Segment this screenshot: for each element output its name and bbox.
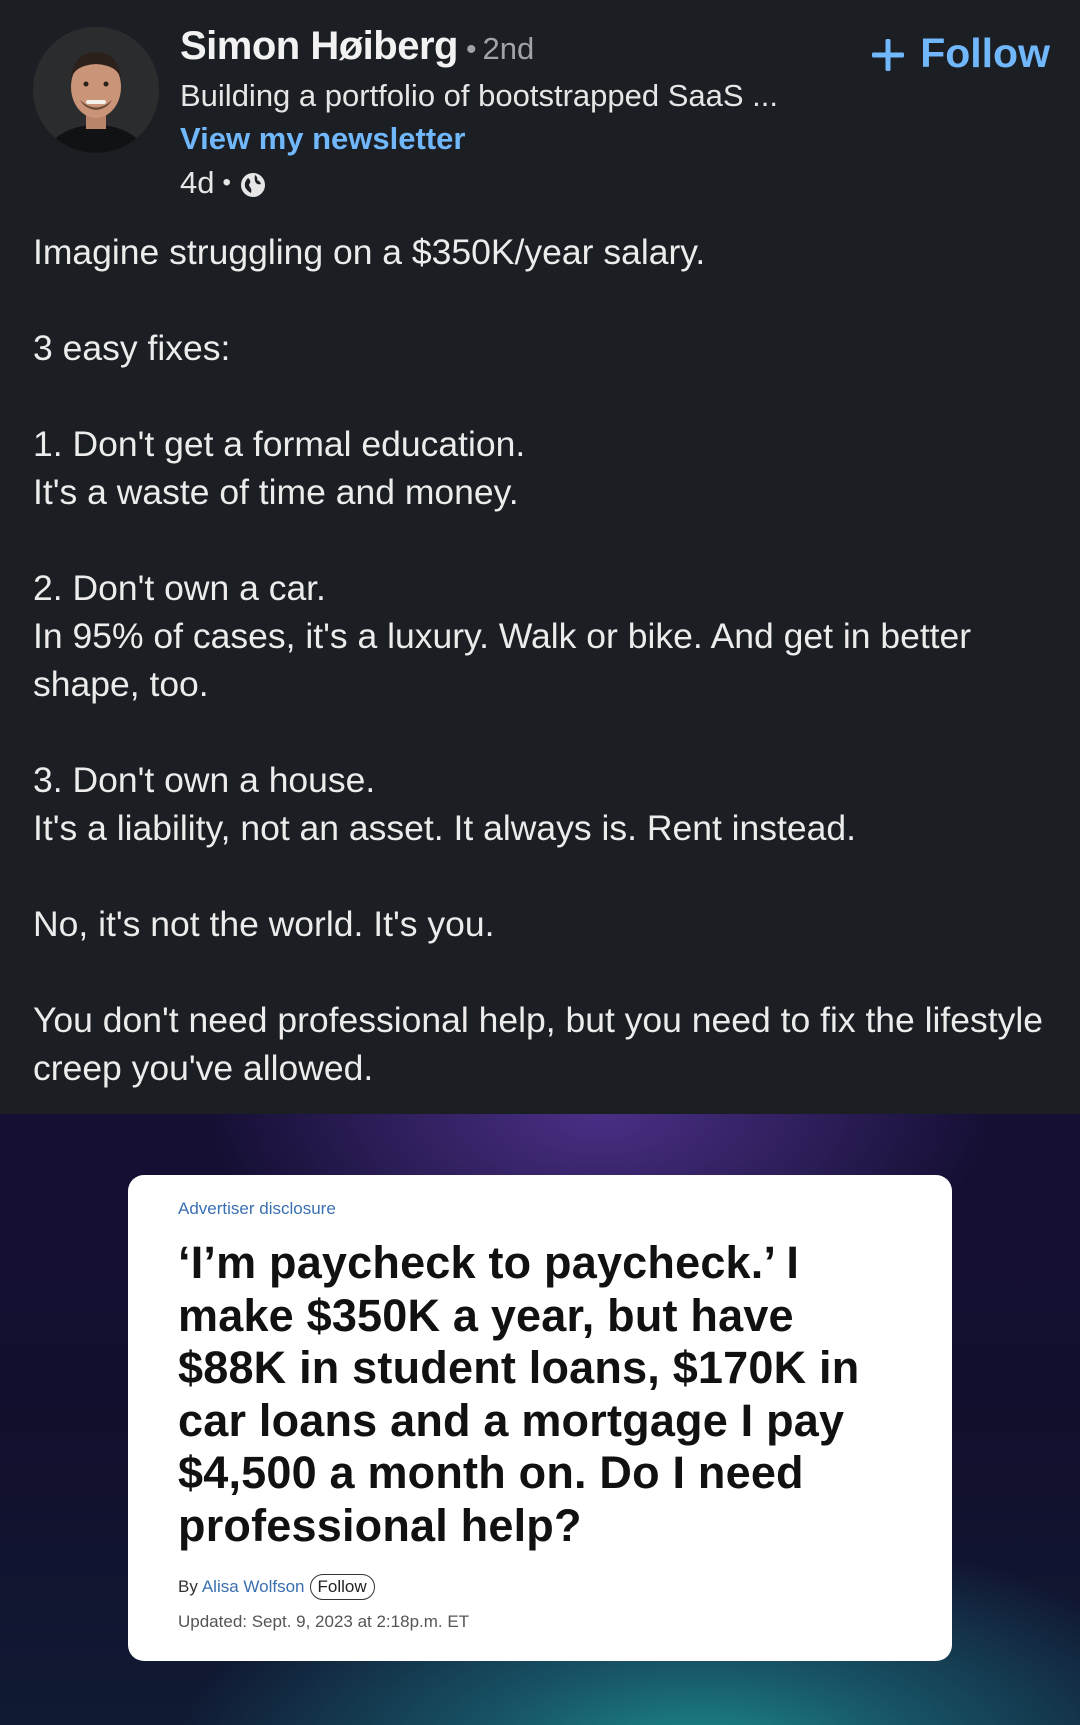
post-line: In 95% of cases, it's a luxury. Walk or … bbox=[33, 616, 972, 704]
author-avatar[interactable] bbox=[33, 27, 159, 153]
connection-degree: 2nd bbox=[482, 31, 535, 66]
post-line: 2. Don't own a car. bbox=[33, 568, 326, 608]
post-meta: 4d • bbox=[180, 165, 267, 201]
post-age: 4d bbox=[180, 165, 215, 200]
globe-icon bbox=[239, 171, 267, 199]
article-card: Advertiser disclosure ‘I’m paycheck to p… bbox=[128, 1175, 952, 1661]
advertiser-disclosure: Advertiser disclosure bbox=[178, 1199, 336, 1218]
post-line: You don't need professional help, but yo… bbox=[33, 1000, 1044, 1088]
byline-author: Alisa Wolfson bbox=[201, 1577, 305, 1596]
byline-follow-button: Follow bbox=[309, 1574, 375, 1600]
follow-label: Follow bbox=[920, 30, 1050, 76]
post-line: 1. Don't get a formal education. bbox=[33, 424, 526, 464]
view-newsletter-link[interactable]: View my newsletter bbox=[180, 121, 465, 157]
feed-post: Simon Høiberg • 2nd Building a portfolio… bbox=[0, 0, 1080, 1725]
article-headline: ‘I’m paycheck to paycheck.’ I make $350K… bbox=[178, 1237, 860, 1551]
post-text: Imagine struggling on a $350K/year salar… bbox=[33, 228, 1053, 1092]
article-updated: Updated: Sept. 9, 2023 at 2:18p.m. ET bbox=[178, 1612, 470, 1631]
post-line: It's a liability, not an asset. It alway… bbox=[33, 808, 857, 848]
post-line: No, it's not the world. It's you. bbox=[33, 904, 495, 944]
post-header: Simon Høiberg • 2nd Building a portfolio… bbox=[0, 0, 1080, 210]
author-headline: Building a portfolio of bootstrapped Saa… bbox=[180, 78, 779, 113]
post-line: Imagine struggling on a $350K/year salar… bbox=[33, 232, 706, 272]
post-image[interactable]: Advertiser disclosure ‘I’m paycheck to p… bbox=[0, 1114, 1080, 1725]
post-line: 3. Don't own a house. bbox=[33, 760, 376, 800]
byline-prefix: By bbox=[178, 1577, 198, 1596]
follow-button[interactable]: Follow bbox=[870, 30, 1050, 77]
separator-dot: • bbox=[465, 33, 477, 66]
post-line: It's a waste of time and money. bbox=[33, 472, 519, 512]
separator-dot: • bbox=[222, 169, 231, 196]
article-byline: By Alisa Wolfson Follow bbox=[178, 1574, 902, 1600]
author-name[interactable]: Simon Høiberg bbox=[180, 24, 458, 69]
plus-icon bbox=[870, 36, 906, 72]
author-name-row: Simon Høiberg • 2nd bbox=[180, 24, 534, 69]
post-line: 3 easy fixes: bbox=[33, 328, 231, 368]
avatar-photo bbox=[33, 27, 159, 153]
